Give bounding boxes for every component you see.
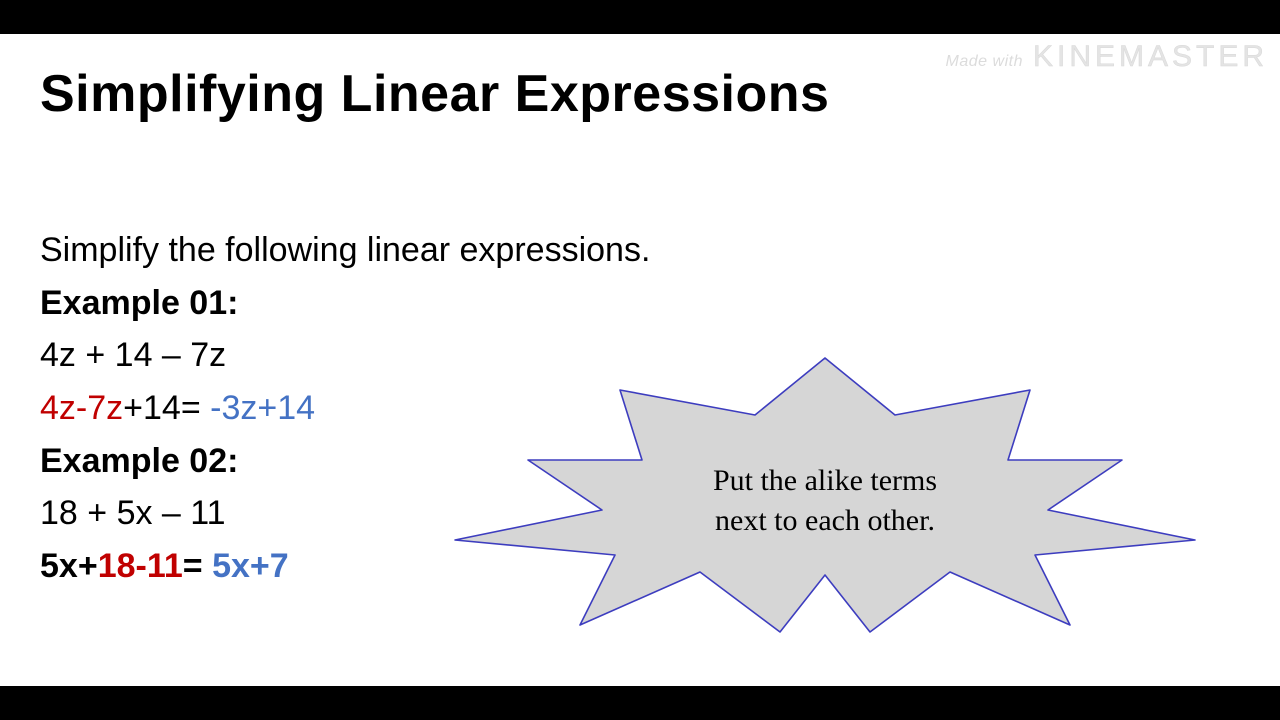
example1-label: Example 01: [40,277,650,330]
example2-step-eq: = [183,547,212,585]
video-stage: Made with KINEMASTER Simplifying Linear … [0,0,1280,720]
watermark-small: Made with [946,53,1023,71]
example2-step-red: 18-11 [98,547,183,585]
star-icon: Put the alike terms next to each other. [450,350,1200,640]
watermark: Made with KINEMASTER [946,40,1268,74]
example1-step-blue: -3z+14 [210,389,315,427]
example1-step-mid: +14= [123,389,210,427]
example2-step-blue: 5x+7 [212,547,289,585]
page-title: Simplifying Linear Expressions [40,64,829,124]
watermark-big: KINEMASTER [1033,40,1268,74]
instruction: Simplify the following linear expression… [40,224,650,277]
example2-step-a: 5x+ [40,547,98,585]
example1-step-red: 4z-7z [40,389,123,427]
callout-line2: next to each other. [715,504,935,537]
callout-star: Put the alike terms next to each other. [450,350,1200,640]
callout-line1: Put the alike terms [713,464,937,497]
slide: Made with KINEMASTER Simplifying Linear … [0,34,1280,686]
